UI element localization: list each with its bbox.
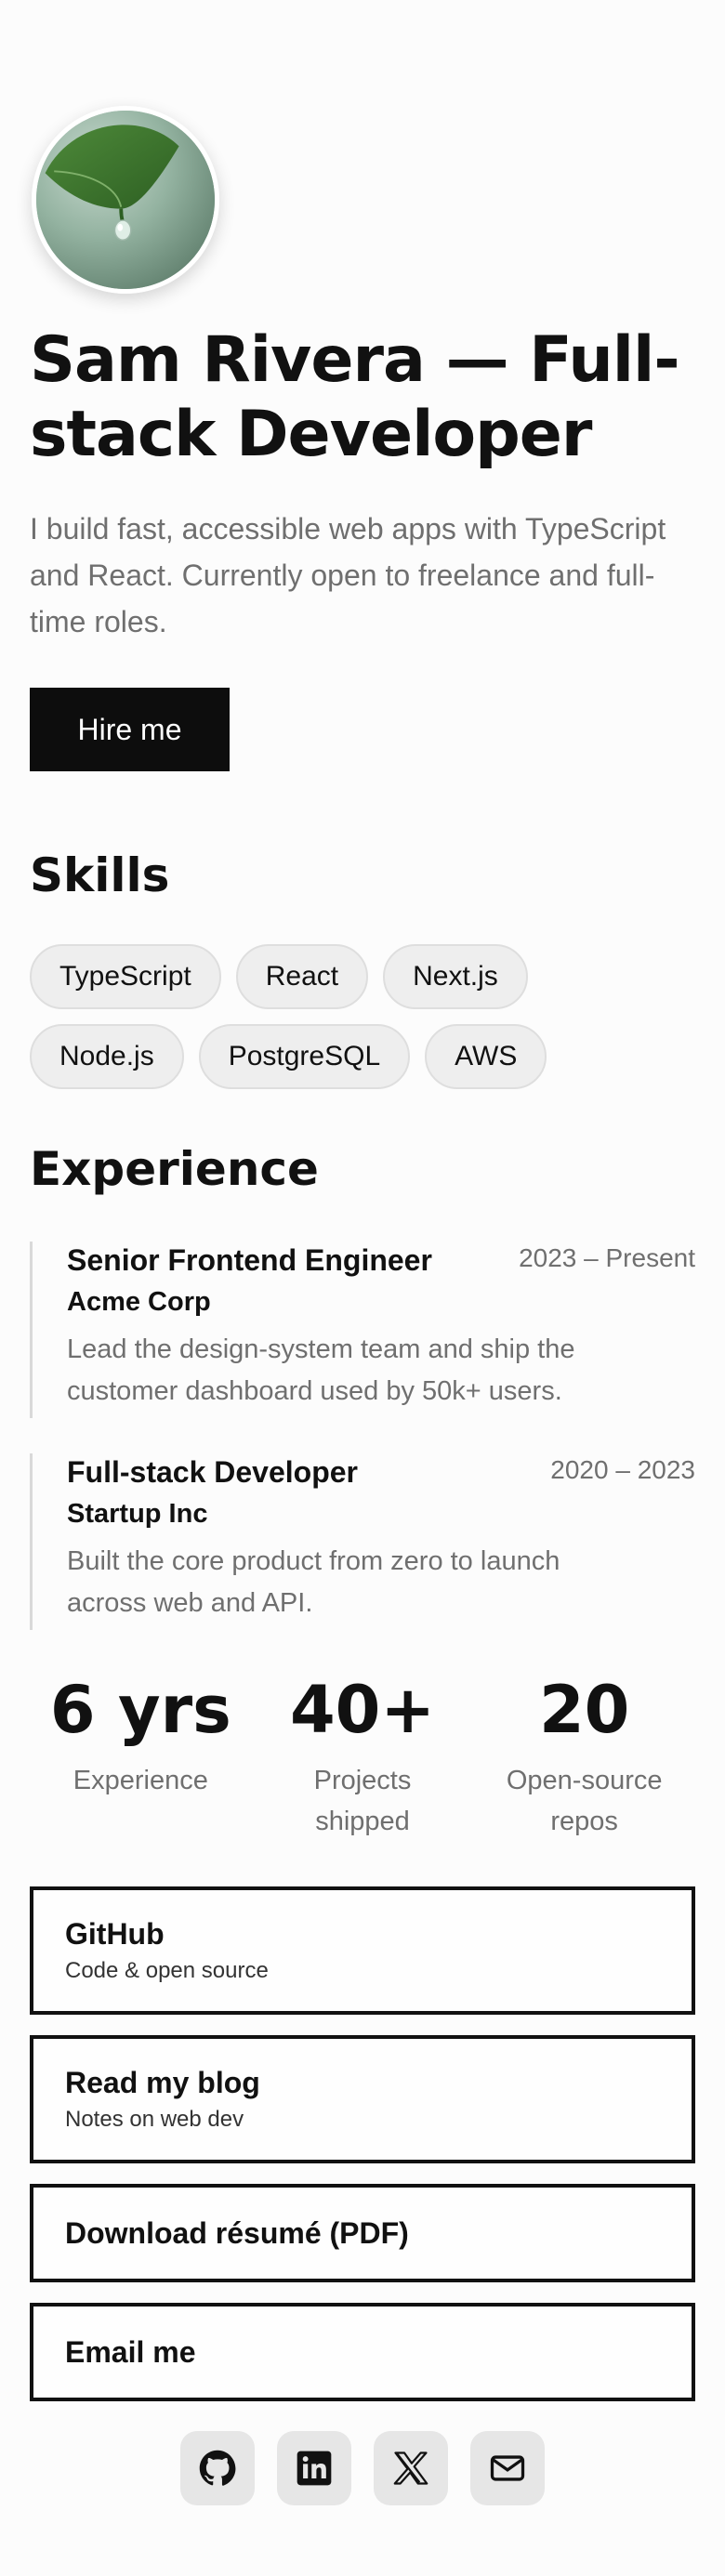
stat-value: 40+ bbox=[289, 1672, 436, 1748]
mail-social-button[interactable] bbox=[470, 2431, 545, 2505]
experience-dates: 2020 – 2023 bbox=[550, 1455, 695, 1484]
avatar-leaf-image bbox=[36, 111, 215, 289]
github-link-card[interactable]: GitHub Code & open source bbox=[30, 1886, 695, 2015]
skill-chip: PostgreSQL bbox=[198, 1024, 411, 1089]
link-title: Email me bbox=[65, 2335, 196, 2369]
link-title: Download résumé (PDF) bbox=[65, 2216, 409, 2250]
x-icon bbox=[393, 2451, 428, 2485]
stats-row: 6 yrs Experience 40+ Projects shipped 20… bbox=[30, 1673, 695, 1842]
stat-experience: 6 yrs Experience bbox=[30, 1673, 252, 1842]
avatar bbox=[32, 106, 219, 294]
stat-label: Projects shipped bbox=[313, 1766, 412, 1836]
link-subtitle: Notes on web dev bbox=[65, 2107, 244, 2132]
experience-item: Senior Frontend Engineer 2023 – Present … bbox=[30, 1242, 695, 1418]
stat-projects: 40+ Projects shipped bbox=[252, 1673, 474, 1842]
social-links bbox=[0, 2431, 725, 2505]
link-title: Read my blog bbox=[65, 2066, 260, 2099]
experience-description: Built the core product from zero to laun… bbox=[67, 1546, 560, 1618]
skill-chip: AWS bbox=[425, 1024, 547, 1089]
skill-chip: TypeScript bbox=[30, 944, 221, 1009]
skill-chip: React bbox=[235, 944, 369, 1009]
github-icon bbox=[199, 2450, 236, 2486]
skills-list: TypeScript React Next.js Node.js Postgre… bbox=[30, 944, 695, 1104]
bio-text: I build fast, accessible web apps with T… bbox=[30, 512, 666, 638]
skill-chip: Next.js bbox=[383, 944, 528, 1009]
stat-label: Open-source repos bbox=[506, 1766, 663, 1836]
experience-item: Full-stack Developer 2020 – 2023 Startup… bbox=[30, 1453, 695, 1630]
page-title: Sam Rivera — Full-stack Developer bbox=[30, 323, 680, 471]
page: Sam Rivera — Full-stack Developer I buil… bbox=[0, 0, 725, 2576]
experience-company: Startup Inc bbox=[67, 1499, 208, 1529]
linkedin-social-button[interactable] bbox=[277, 2431, 351, 2505]
experience-heading: Experience bbox=[30, 1142, 319, 1196]
link-subtitle: Code & open source bbox=[65, 1958, 269, 1983]
linkedin-icon bbox=[297, 2451, 332, 2486]
stat-value: 6 yrs bbox=[49, 1672, 231, 1748]
experience-dates: 2023 – Present bbox=[519, 1243, 695, 1272]
email-link-card[interactable]: Email me bbox=[30, 2303, 695, 2401]
hire-me-button[interactable]: Hire me bbox=[30, 688, 230, 771]
x-social-button[interactable] bbox=[374, 2431, 448, 2505]
github-social-button[interactable] bbox=[180, 2431, 255, 2505]
skills-heading: Skills bbox=[30, 848, 170, 902]
experience-company: Acme Corp bbox=[67, 1287, 211, 1317]
skill-chip: Node.js bbox=[30, 1024, 184, 1089]
experience-role: Senior Frontend Engineer bbox=[67, 1243, 432, 1277]
blog-link-card[interactable]: Read my blog Notes on web dev bbox=[30, 2035, 695, 2163]
link-title: GitHub bbox=[65, 1917, 165, 1951]
mail-icon bbox=[490, 2455, 525, 2481]
stat-value: 20 bbox=[538, 1672, 630, 1748]
stat-label: Experience bbox=[72, 1766, 208, 1795]
experience-role: Full-stack Developer bbox=[67, 1455, 358, 1489]
experience-description: Lead the design-system team and ship the… bbox=[67, 1334, 575, 1406]
resume-download-link-card[interactable]: Download résumé (PDF) bbox=[30, 2184, 695, 2282]
stat-repos: 20 Open-source repos bbox=[473, 1673, 695, 1842]
